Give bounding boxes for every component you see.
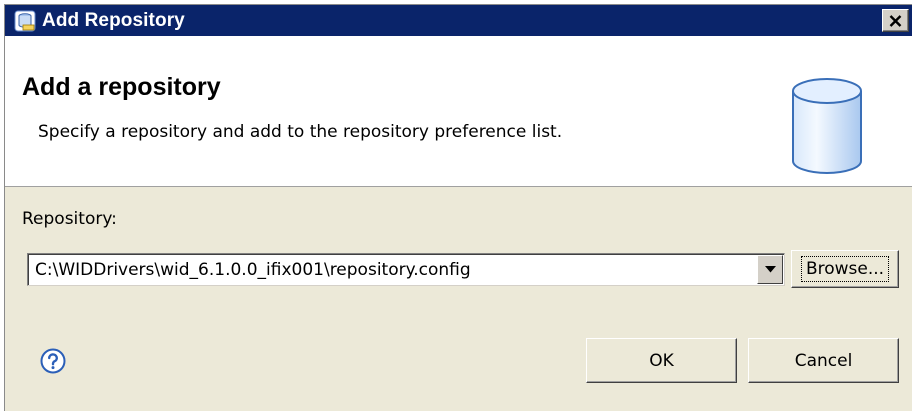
repository-path-input[interactable] <box>35 260 745 280</box>
title-bar[interactable]: Add Repository <box>5 5 912 36</box>
ok-button-label: OK <box>649 350 674 371</box>
ok-button[interactable]: OK <box>586 338 737 383</box>
page-title: Add a repository <box>22 73 221 101</box>
cancel-button[interactable]: Cancel <box>748 338 899 383</box>
browse-button[interactable]: Browse... <box>791 250 899 288</box>
add-repository-dialog: Add Repository Add a repository Specify … <box>4 4 912 411</box>
dialog-header-banner: Add a repository Specify a repository an… <box>5 36 912 187</box>
combobox-dropdown-button[interactable] <box>757 255 783 284</box>
chevron-down-icon <box>764 266 776 273</box>
cancel-button-label: Cancel <box>794 350 853 371</box>
page-description: Specify a repository and add to the repo… <box>38 122 563 142</box>
repository-app-icon <box>14 10 36 31</box>
close-button[interactable] <box>882 9 909 32</box>
repository-label: Repository: <box>22 209 117 229</box>
window-title: Add Repository <box>42 9 185 31</box>
database-cylinder-icon <box>792 78 862 174</box>
help-question-icon[interactable] <box>40 348 66 374</box>
browse-button-label: Browse... <box>800 256 890 282</box>
close-icon <box>889 14 902 27</box>
repository-combobox[interactable] <box>27 253 785 286</box>
